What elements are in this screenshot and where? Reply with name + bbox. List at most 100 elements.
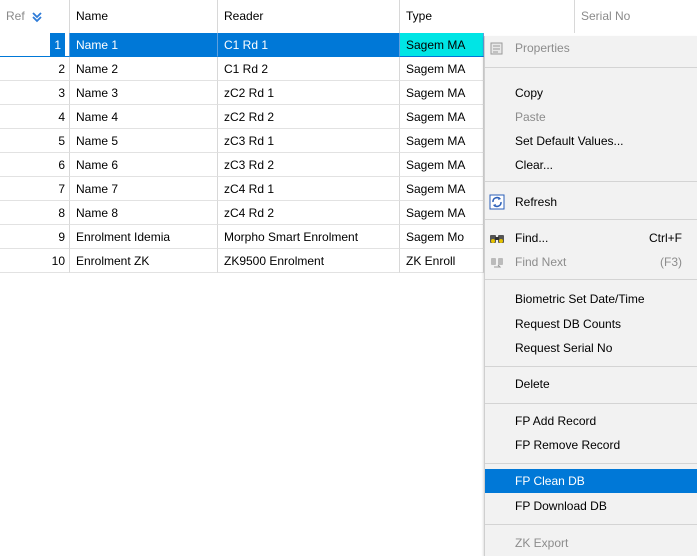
menu-item-req-db-label: Request DB Counts (515, 317, 622, 331)
menu-item-biometric-set-date-time[interactable]: Biometric Set Date/Time (485, 287, 697, 311)
menu-separator (485, 524, 697, 525)
cell-ref[interactable]: 5 (0, 129, 70, 153)
cell-type[interactable]: Sagem MA (400, 129, 484, 153)
menu-item-find[interactable]: Find... Ctrl+F (485, 226, 697, 250)
find-next-icon (491, 258, 503, 268)
menu-item-copy-label: Copy (515, 86, 544, 100)
cell-ref[interactable]: 2 (0, 57, 70, 81)
menu-item-fp-remove-record[interactable]: FP Remove Record (485, 433, 697, 457)
menu-item-properties-label: Properties (515, 41, 570, 55)
menu-item-find-shortcut: Ctrl+F (649, 231, 682, 245)
column-header-ref-label: Ref (6, 9, 25, 23)
menu-item-refresh-label: Refresh (515, 195, 558, 209)
column-header-type-label: Type (406, 9, 433, 23)
cell-reader[interactable]: zC2 Rd 1 (218, 81, 400, 105)
cell-type[interactable]: Sagem MA (400, 33, 484, 57)
menu-item-find-next-shortcut: (F3) (660, 255, 682, 269)
menu-item-set-default-values[interactable]: Set Default Values... (485, 129, 697, 153)
menu-item-paste-label: Paste (515, 110, 546, 124)
cell-name[interactable]: Name 3 (70, 81, 218, 105)
cell-reader[interactable]: zC4 Rd 1 (218, 177, 400, 201)
menu-item-clear-label: Clear... (515, 158, 554, 172)
cell-ref[interactable]: 3 (0, 81, 70, 105)
column-header-serial-label: Serial No (581, 9, 631, 23)
column-header-name[interactable]: Name (70, 0, 218, 33)
menu-item-request-serial-no[interactable]: Request Serial No (485, 336, 697, 360)
cell-ref[interactable]: 6 (0, 153, 70, 177)
menu-item-bio-label: Biometric Set Date/Time (515, 292, 645, 306)
cell-ref[interactable]: 4 (0, 105, 70, 129)
menu-item-fp-download-db[interactable]: FP Download DB (485, 494, 697, 518)
cell-name[interactable]: Enrolment ZK (70, 249, 218, 273)
cell-ref-value: 1 (50, 33, 65, 56)
cell-reader[interactable]: zC3 Rd 1 (218, 129, 400, 153)
cell-type[interactable]: Sagem MA (400, 57, 484, 81)
menu-item-fp-download-label: FP Download DB (515, 499, 607, 513)
cell-ref[interactable]: 10 (0, 249, 70, 273)
cell-name[interactable]: Name 2 (70, 57, 218, 81)
cell-reader[interactable]: zC2 Rd 2 (218, 105, 400, 129)
menu-item-properties[interactable]: Properties (485, 36, 697, 60)
binoculars-icon (490, 235, 504, 243)
cell-ref[interactable]: 9 (0, 225, 70, 249)
cell-ref[interactable]: 1 (0, 33, 70, 57)
menu-item-copy[interactable]: Copy (485, 81, 697, 105)
menu-item-find-label: Find... (515, 231, 549, 245)
menu-item-request-db-counts[interactable]: Request DB Counts (485, 312, 697, 336)
menu-item-clear[interactable]: Clear... (485, 153, 697, 177)
column-header-name-label: Name (76, 9, 109, 23)
cell-name[interactable]: Name 4 (70, 105, 218, 129)
menu-separator (485, 67, 697, 68)
cell-name[interactable]: Name 7 (70, 177, 218, 201)
menu-item-refresh[interactable]: Refresh (485, 190, 697, 214)
cell-name[interactable]: Name 8 (70, 201, 218, 225)
cell-type[interactable]: ZK Enroll (400, 249, 484, 273)
menu-item-fp-add-label: FP Add Record (515, 414, 597, 428)
cell-type[interactable]: Sagem MA (400, 105, 484, 129)
cell-ref[interactable]: 7 (0, 177, 70, 201)
cell-reader[interactable]: zC4 Rd 2 (218, 201, 400, 225)
column-header-ref[interactable]: Ref (0, 0, 70, 33)
column-header-serial[interactable]: Serial No (575, 0, 697, 33)
menu-item-fp-remove-label: FP Remove Record (515, 438, 621, 452)
menu-item-fp-add-record[interactable]: FP Add Record (485, 409, 697, 433)
menu-item-delete-label: Delete (515, 377, 550, 391)
cell-reader[interactable]: C1 Rd 1 (218, 33, 400, 57)
cell-type[interactable]: Sagem MA (400, 153, 484, 177)
refresh-icon (489, 194, 505, 210)
menu-item-zk-export-label: ZK Export (515, 536, 569, 550)
menu-item-fp-clean-label: FP Clean DB (515, 474, 585, 488)
sort-descending-icon[interactable] (31, 11, 43, 23)
cell-type[interactable]: Sagem MA (400, 201, 484, 225)
menu-separator (485, 279, 697, 280)
cell-reader[interactable]: zC3 Rd 2 (218, 153, 400, 177)
cell-name[interactable]: Name 6 (70, 153, 218, 177)
cell-reader[interactable]: ZK9500 Enrolment (218, 249, 400, 273)
cell-reader[interactable]: C1 Rd 2 (218, 57, 400, 81)
properties-icon (490, 42, 503, 55)
menu-separator (485, 181, 697, 182)
menu-item-paste[interactable]: Paste (485, 105, 697, 129)
column-header-reader[interactable]: Reader (218, 0, 400, 33)
cell-ref[interactable]: 8 (0, 201, 70, 225)
menu-separator (485, 219, 697, 220)
column-header-type[interactable]: Type (400, 0, 575, 33)
cell-name[interactable]: Name 5 (70, 129, 218, 153)
menu-separator (485, 366, 697, 367)
cell-name[interactable]: Name 1 (70, 33, 218, 57)
context-menu: Properties Copy Paste Set Default Values… (484, 36, 697, 556)
cell-type[interactable]: Sagem MA (400, 81, 484, 105)
menu-separator (485, 463, 697, 464)
cell-type[interactable]: Sagem MA (400, 177, 484, 201)
menu-item-find-next-label: Find Next (515, 255, 567, 269)
menu-item-delete[interactable]: Delete (485, 372, 697, 396)
grid-header: Ref Name Reader Type Serial No (0, 0, 697, 33)
cell-type[interactable]: Sagem Mo (400, 225, 484, 249)
cell-name[interactable]: Enrolment Idemia (70, 225, 218, 249)
menu-item-zk-export[interactable]: ZK Export (485, 531, 697, 555)
menu-item-find-next[interactable]: Find Next (F3) (485, 250, 697, 274)
cell-reader[interactable]: Morpho Smart Enrolment (218, 225, 400, 249)
menu-item-fp-clean-db[interactable]: FP Clean DB (485, 469, 697, 493)
menu-item-req-serial-label: Request Serial No (515, 341, 613, 355)
menu-item-set-default-label: Set Default Values... (515, 134, 624, 148)
